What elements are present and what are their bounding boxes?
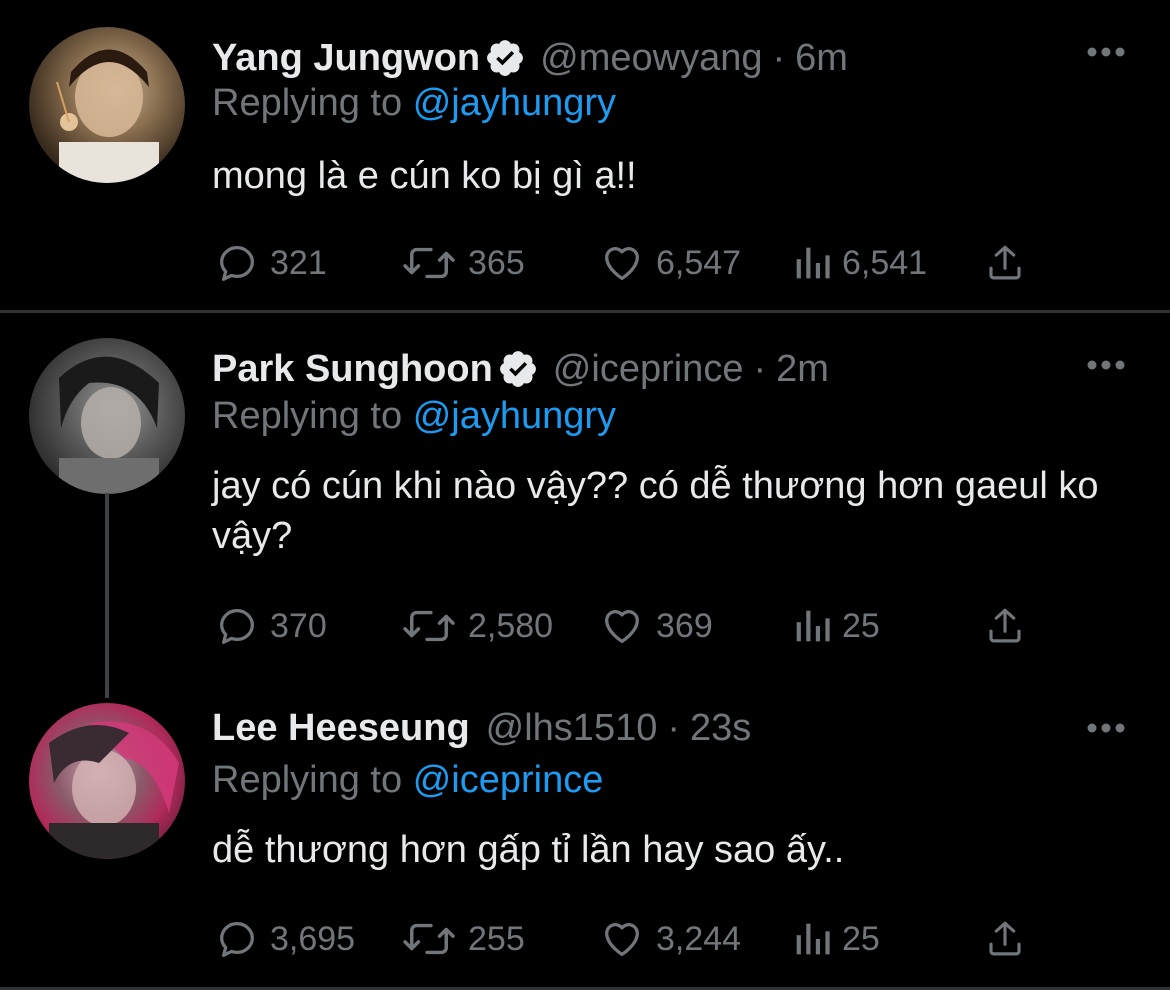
avatar[interactable] — [29, 338, 185, 494]
retweet-count: 255 — [468, 919, 525, 958]
reply-count: 321 — [270, 243, 327, 282]
tweet-header: Lee Heeseung @lhs1510 · 23s — [212, 703, 751, 753]
reply-count: 370 — [270, 606, 327, 645]
views-icon — [792, 603, 832, 649]
mention-link[interactable]: @jayhungry — [413, 82, 616, 124]
tweet[interactable]: Yang Jungwon @meowyang · 6m Replying to … — [0, 0, 1170, 310]
reply-icon — [214, 240, 260, 286]
views-icon — [792, 240, 832, 286]
avatar[interactable] — [29, 703, 185, 859]
tweet[interactable]: Lee Heeseung @lhs1510 · 23s Replying to … — [0, 673, 1170, 990]
heart-icon — [598, 916, 646, 962]
like-button[interactable]: 3,244 — [598, 914, 741, 964]
display-name[interactable]: Lee Heeseung — [212, 707, 470, 750]
views-button[interactable]: 25 — [792, 914, 880, 964]
tweet-text: jay có cún khi nào vậy?? có dễ thương hơ… — [212, 465, 1099, 557]
tweet-text: mong là e cún ko bị gì ạ!! — [212, 155, 637, 197]
mention-link[interactable]: @jayhungry — [413, 395, 616, 437]
heart-icon — [598, 240, 646, 286]
views-icon — [792, 916, 832, 962]
retweet-icon — [400, 603, 458, 649]
replying-to-label: Replying to — [212, 395, 403, 437]
like-button[interactable]: 6,547 — [598, 238, 741, 288]
separator: · — [753, 347, 767, 390]
share-icon — [984, 240, 1026, 286]
tweet-header: Yang Jungwon @meowyang · 6m — [212, 33, 848, 83]
separator: · — [667, 706, 680, 749]
mention-link[interactable]: @iceprince — [413, 759, 604, 801]
like-count: 6,547 — [656, 243, 742, 282]
action-bar: 370 2,580 369 25 — [0, 601, 1170, 651]
share-icon — [984, 603, 1026, 649]
display-name[interactable]: Park Sunghoon — [212, 348, 493, 391]
heart-icon — [598, 603, 646, 649]
handle[interactable]: @iceprince — [553, 348, 744, 391]
more-icon[interactable] — [1086, 45, 1126, 59]
retweet-button[interactable]: 365 — [400, 238, 525, 288]
reply-button[interactable]: 321 — [214, 238, 327, 288]
like-count: 3,244 — [656, 919, 742, 958]
more-icon[interactable] — [1086, 358, 1126, 372]
views-count: 25 — [842, 919, 880, 958]
share-icon — [984, 916, 1026, 962]
share-button[interactable] — [984, 601, 1026, 651]
more-icon[interactable] — [1086, 721, 1126, 735]
replying-to: Replying to @iceprince — [212, 759, 603, 802]
handle[interactable]: @meowyang — [540, 37, 762, 80]
retweet-button[interactable]: 2,580 — [400, 601, 553, 651]
timestamp[interactable]: 6m — [795, 37, 848, 80]
display-name[interactable]: Yang Jungwon — [212, 37, 480, 80]
verified-badge-icon — [497, 348, 539, 390]
share-button[interactable] — [984, 914, 1026, 964]
views-button[interactable]: 25 — [792, 601, 880, 651]
reply-button[interactable]: 370 — [214, 601, 327, 651]
action-bar: 3,695 255 3,244 25 — [0, 914, 1170, 964]
handle[interactable]: @lhs1510 — [486, 707, 658, 750]
action-bar: 321 365 6,547 6,541 — [0, 238, 1170, 288]
replying-to: Replying to @jayhungry — [212, 395, 616, 438]
views-count: 6,541 — [842, 243, 928, 282]
timestamp[interactable]: 2m — [776, 348, 829, 391]
timestamp[interactable]: 23s — [690, 707, 751, 750]
like-button[interactable]: 369 — [598, 601, 713, 651]
reply-button[interactable]: 3,695 — [214, 914, 355, 964]
share-button[interactable] — [984, 238, 1026, 288]
replying-to-label: Replying to — [212, 759, 403, 801]
tweet-header: Park Sunghoon @iceprince · 2m — [212, 344, 829, 394]
separator: · — [772, 36, 786, 79]
replying-to-label: Replying to — [212, 82, 403, 124]
reply-icon — [214, 916, 260, 962]
retweet-icon — [400, 916, 458, 962]
replying-to: Replying to @jayhungry — [212, 82, 616, 125]
tweet-text: dễ thương hơn gấp tỉ lần hay sao ấy.. — [212, 829, 845, 871]
views-button[interactable]: 6,541 — [792, 238, 927, 288]
thread-connector-line — [105, 493, 109, 698]
retweet-button[interactable]: 255 — [400, 914, 525, 964]
reply-count: 3,695 — [270, 919, 356, 958]
tweet[interactable]: Park Sunghoon @iceprince · 2m Replying t… — [0, 313, 1170, 673]
retweet-count: 2,580 — [468, 606, 554, 645]
reply-icon — [214, 603, 260, 649]
like-count: 369 — [656, 606, 713, 645]
verified-badge-icon — [484, 37, 526, 79]
avatar[interactable] — [29, 27, 185, 183]
views-count: 25 — [842, 606, 880, 645]
retweet-icon — [400, 240, 458, 286]
retweet-count: 365 — [468, 243, 525, 282]
